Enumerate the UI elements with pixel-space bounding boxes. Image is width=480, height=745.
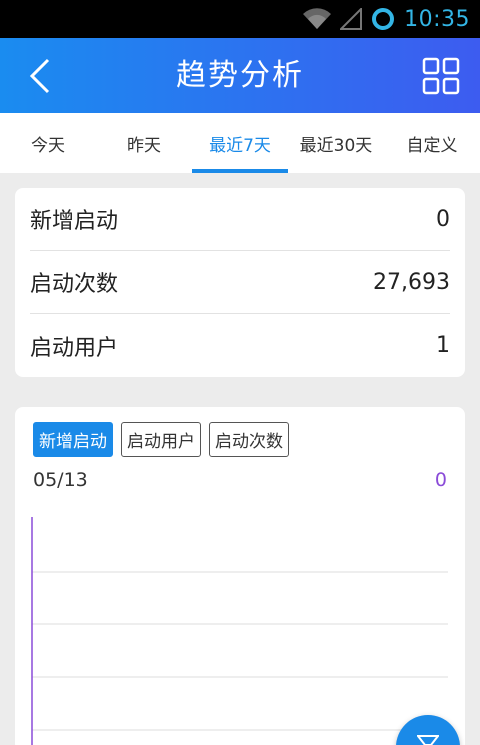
chip-new-launches[interactable]: 新增启动 (33, 422, 113, 457)
page-title: 趋势分析 (176, 58, 304, 93)
tab-yesterday[interactable]: 昨天 (96, 113, 192, 173)
summary-card: 新增启动 0 启动次数 27,693 启动用户 1 (15, 188, 465, 377)
tab-last-7-days[interactable]: 最近7天 (192, 113, 288, 173)
chip-launch-count[interactable]: 启动次数 (209, 422, 289, 457)
summary-label: 启动用户 (30, 335, 119, 361)
status-time: 10:35 (404, 6, 470, 32)
signal-icon (340, 8, 363, 30)
sync-icon (370, 6, 396, 32)
summary-row-launch-count: 启动次数 27,693 (30, 251, 450, 314)
trend-chart-card: 新增启动 启动用户 启动次数 05/13 0 (15, 407, 465, 745)
summary-label: 启动次数 (30, 272, 119, 297)
tab-custom[interactable]: 自定义 (384, 113, 480, 173)
metric-selector: 新增启动 启动用户 启动次数 (33, 422, 289, 457)
app-header: 趋势分析 (0, 38, 480, 113)
tab-last-30-days[interactable]: 最近30天 (288, 113, 384, 173)
summary-value: 27,693 (373, 269, 450, 295)
summary-row-launch-users: 启动用户 1 (30, 314, 450, 377)
wifi-icon (302, 8, 332, 30)
chart-selected-value: 0 (434, 469, 447, 491)
chevron-left-icon (29, 58, 50, 94)
grid-menu-button[interactable] (422, 57, 460, 95)
chart-selected-date: 05/13 (33, 469, 88, 491)
grid-icon (422, 57, 460, 95)
tab-today[interactable]: 今天 (0, 113, 96, 173)
summary-value: 0 (436, 206, 450, 232)
chip-launch-users[interactable]: 启动用户 (121, 422, 201, 457)
status-bar: 10:35 (0, 0, 480, 38)
summary-row-new-launches: 新增启动 0 (30, 188, 450, 251)
trend-chart-plot[interactable] (15, 507, 465, 745)
summary-label: 新增启动 (30, 209, 119, 234)
back-button[interactable] (20, 56, 60, 96)
date-range-tabs: 今天 昨天 最近7天 最近30天 自定义 (0, 113, 480, 173)
summary-value: 1 (436, 333, 450, 358)
filter-icon (417, 735, 439, 745)
